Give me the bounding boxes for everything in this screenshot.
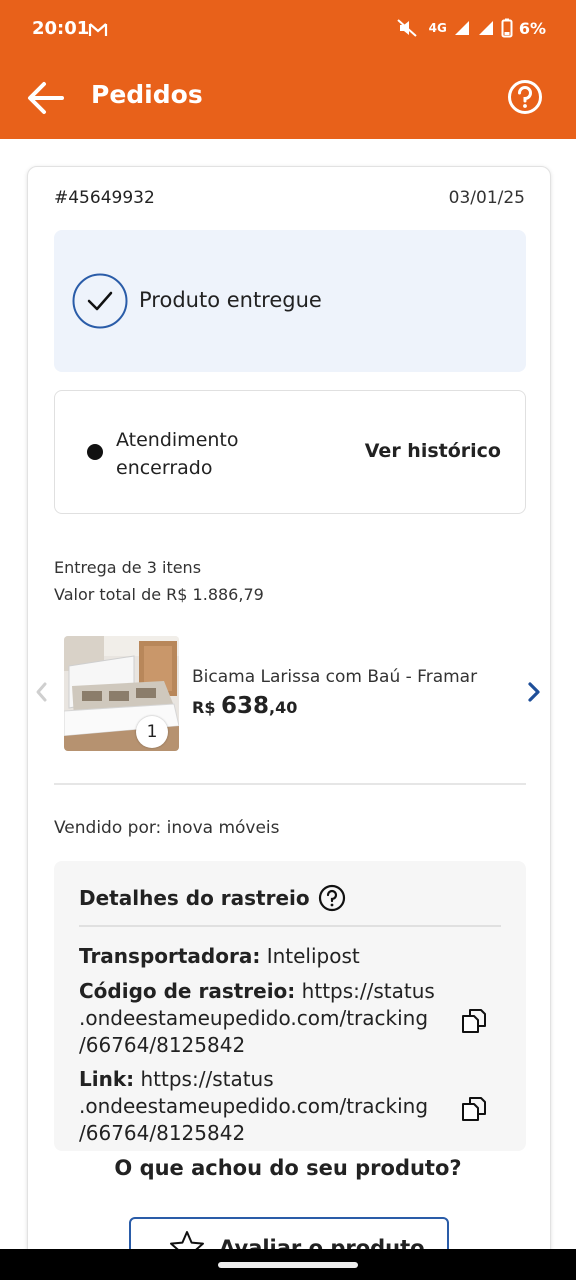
mute-icon <box>396 19 417 37</box>
section-divider <box>54 783 526 785</box>
gmail-icon <box>88 23 108 36</box>
delivery-status-text: Produto entregue <box>139 288 322 312</box>
battery-label: 6% <box>518 18 546 38</box>
view-history-link[interactable]: Ver histórico <box>365 440 501 462</box>
price-integer: 638 <box>221 693 270 719</box>
link-line3[interactable]: /66764/8125842 <box>79 1121 245 1145</box>
product-price: R$ 638,40 <box>192 693 297 719</box>
network-label: 4G <box>428 21 447 35</box>
copy-link-icon[interactable] <box>459 1094 489 1124</box>
tracking-divider <box>79 925 501 927</box>
link-row: Link: https://status <box>79 1067 274 1091</box>
delivery-count: Entrega de 3 itens <box>54 558 202 577</box>
back-arrow-icon[interactable] <box>26 80 66 116</box>
order-id: #45649932 <box>54 188 155 208</box>
carrier-label: Transportadora: <box>79 944 261 968</box>
signal-icon <box>454 21 469 35</box>
support-status-text: Atendimento encerrado <box>116 429 239 479</box>
question-circle-icon[interactable] <box>318 884 346 912</box>
tracking-title-text: Detalhes do rastreio <box>79 886 310 910</box>
order-date: 03/01/25 <box>448 188 525 208</box>
quantity-badge: 1 <box>136 716 168 748</box>
price-currency: R$ <box>192 698 216 717</box>
status-dot-icon <box>87 444 103 460</box>
code-label: Código de rastreio: <box>79 979 296 1003</box>
status-icons: 4G 6% <box>396 18 546 38</box>
check-circle-icon <box>72 273 128 329</box>
product-name[interactable]: Bicama Larissa com Baú - Framar <box>192 667 477 687</box>
home-gesture-pill[interactable] <box>218 1262 358 1268</box>
status-bar: 20:01 4G 6% <box>0 0 576 60</box>
battery-icon <box>501 18 513 38</box>
copy-code-icon[interactable] <box>459 1006 489 1036</box>
code-line1: https://status <box>301 979 435 1003</box>
feedback-question: O que achou do seu produto? <box>114 1156 462 1180</box>
price-cents: ,40 <box>269 698 298 717</box>
code-row: Código de rastreio: https://status <box>79 979 435 1003</box>
carrier-row: Transportadora: Intelipost <box>79 944 360 968</box>
link-line2[interactable]: .ondeestameupedido.com/tracking <box>79 1094 428 1118</box>
chevron-right-icon[interactable] <box>524 680 544 704</box>
link-line1[interactable]: https://status <box>141 1067 274 1091</box>
seller-text: Vendido por: inova móveis <box>54 818 280 838</box>
code-line2: .ondeestameupedido.com/tracking <box>79 1006 429 1030</box>
tracking-title: Detalhes do rastreio <box>79 884 346 912</box>
carrier-value: Intelipost <box>266 944 360 968</box>
page-title: Pedidos <box>91 80 203 109</box>
link-label: Link: <box>79 1067 135 1091</box>
chevron-left-icon[interactable] <box>32 680 50 704</box>
code-line3: /66764/8125842 <box>79 1033 246 1057</box>
signal-icon <box>478 21 493 35</box>
help-icon[interactable] <box>507 79 543 115</box>
status-time: 20:01 <box>32 18 90 39</box>
order-total: Valor total de R$ 1.886,79 <box>54 585 264 604</box>
